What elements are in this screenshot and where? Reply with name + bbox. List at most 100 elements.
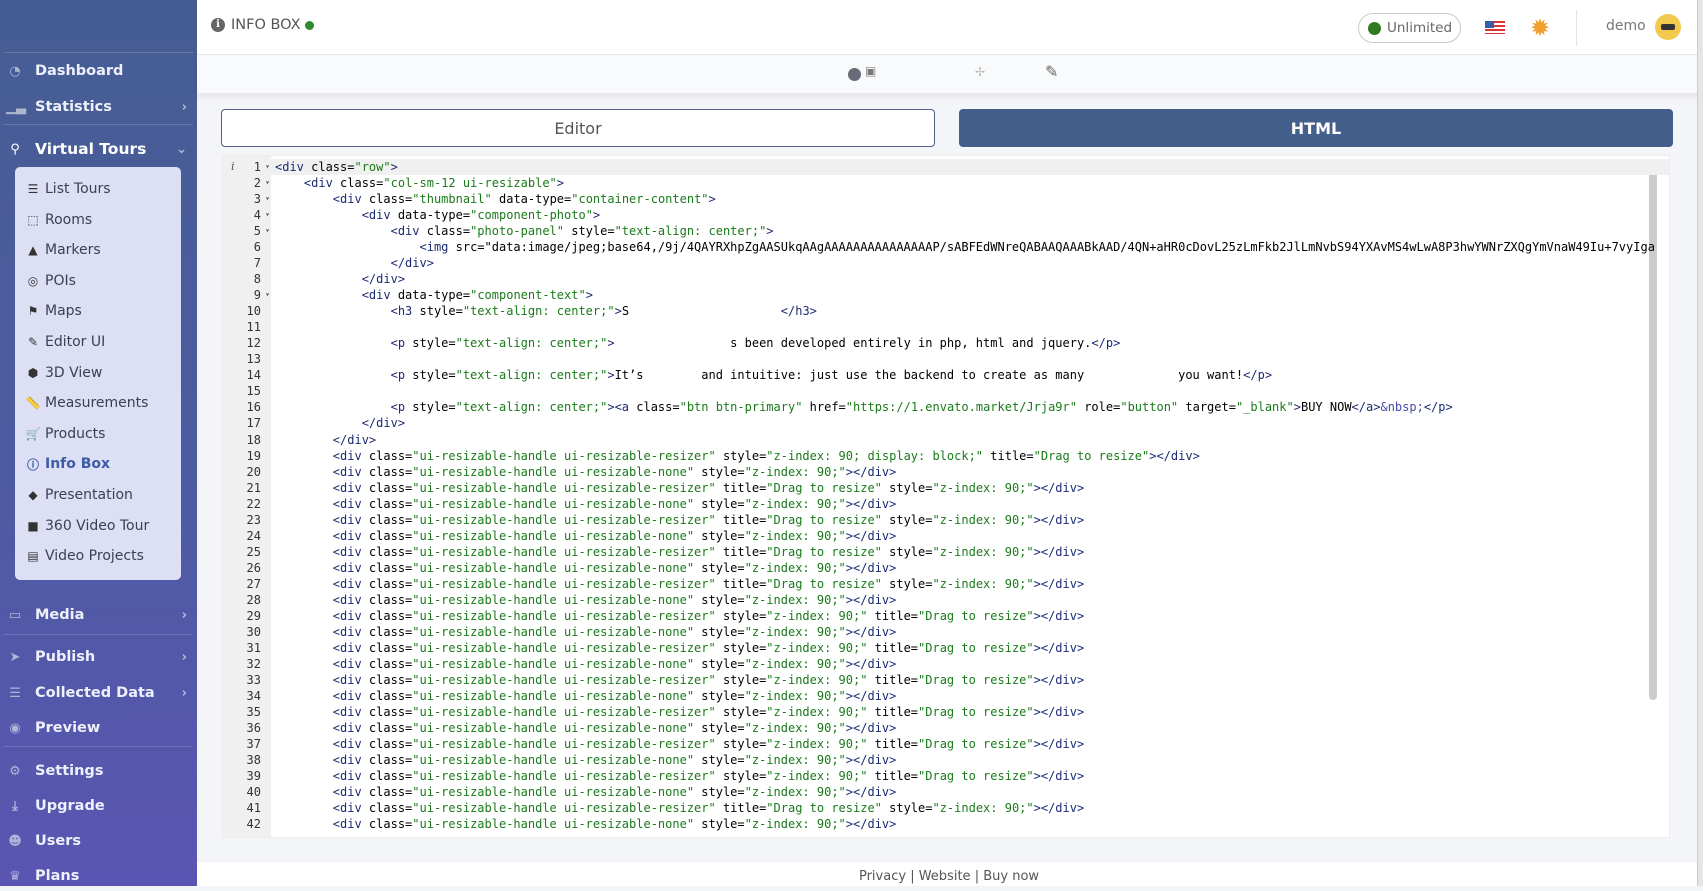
code-line[interactable]: <div class="col-sm-12 ui-resizable">	[275, 175, 564, 191]
code-line[interactable]: <div class="ui-resizable-handle ui-resiz…	[275, 704, 1084, 720]
us-flag-icon[interactable]	[1485, 21, 1505, 34]
sidebar-item-upgrade[interactable]: ⤓ Upgrade	[0, 791, 197, 821]
sidebar-item-publish[interactable]: ➤ Publish ›	[0, 642, 197, 672]
list-icon: ☰	[27, 182, 39, 196]
code-line[interactable]: <div class="ui-resizable-handle ui-resiz…	[275, 608, 1084, 624]
chevron-down-icon: ⌄	[176, 141, 187, 157]
submenu-item-markers[interactable]: ▲ Markers	[25, 237, 100, 263]
code-line[interactable]: <div class="thumbnail" data-type="contai…	[275, 191, 716, 207]
sidebar-item-settings[interactable]: ⚙ Settings	[0, 756, 197, 786]
submenu-item-editor-ui[interactable]: ✎ Editor UI	[25, 329, 105, 355]
line-number: 32	[246, 656, 261, 671]
submenu-item-measurements[interactable]: 📏 Measurements	[25, 390, 149, 416]
code-line[interactable]: <div data-type="component-photo">	[275, 207, 600, 223]
code-line[interactable]: <div class="ui-resizable-handle ui-resiz…	[275, 448, 1200, 464]
submenu-item-rooms[interactable]: ⬚ Rooms	[25, 207, 92, 233]
sidebar-item-media[interactable]: ▭ Media ›	[0, 600, 197, 630]
code-line[interactable]: <div class="ui-resizable-handle ui-resiz…	[275, 560, 897, 576]
submenu-item-list-tours[interactable]: ☰ List Tours	[25, 176, 111, 202]
code-line[interactable]: <div class="ui-resizable-handle ui-resiz…	[275, 496, 897, 512]
line-number: 34	[246, 688, 261, 703]
code-line[interactable]: <div class="ui-resizable-handle ui-resiz…	[275, 688, 897, 704]
code-line[interactable]: </div>	[275, 432, 376, 448]
code-line[interactable]: <p style="text-align: center;"><a class=…	[275, 399, 1453, 415]
code-line[interactable]: <div class="ui-resizable-handle ui-resiz…	[275, 784, 897, 800]
line-number: 21	[246, 480, 261, 495]
code-line[interactable]: <p style="text-align: center;">It’s and …	[275, 367, 1272, 383]
code-line[interactable]: <div class="ui-resizable-handle ui-resiz…	[275, 720, 897, 736]
code-line[interactable]: <div class="ui-resizable-handle ui-resiz…	[275, 528, 897, 544]
footer: Privacy | Website | Buy now	[197, 862, 1697, 886]
sun-icon[interactable]: ✹	[1530, 14, 1550, 42]
sidebar-item-plans[interactable]: ♛ Plans	[0, 861, 197, 891]
code-line[interactable]: <div class="ui-resizable-handle ui-resiz…	[275, 624, 897, 640]
ruler-icon: 📏	[25, 396, 41, 411]
code-line[interactable]: <div class="ui-resizable-handle ui-resiz…	[275, 544, 1084, 560]
code-line[interactable]: <div class="ui-resizable-handle ui-resiz…	[275, 464, 897, 480]
sidebar-item-dashboard[interactable]: ◔ Dashboard	[0, 56, 197, 86]
username[interactable]: demo	[1606, 18, 1646, 34]
submenu-item-products[interactable]: 🛒 Products	[25, 421, 106, 447]
submenu-item-presentation[interactable]: ◆ Presentation	[25, 482, 133, 508]
sidebar-item-virtual-tours[interactable]: ⚲ Virtual Tours ⌄	[0, 134, 197, 164]
code-line[interactable]: <div class="ui-resizable-handle ui-resiz…	[275, 592, 897, 608]
code-line[interactable]: <div class="ui-resizable-handle ui-resiz…	[275, 816, 897, 832]
code-line[interactable]: <div class="ui-resizable-handle ui-resiz…	[275, 768, 1084, 784]
code-editor[interactable]: 1234567891011121314151617181920212223242…	[222, 155, 1670, 838]
code-line[interactable]: </div>	[275, 255, 434, 271]
submenu-item-label: POIs	[45, 272, 76, 289]
tab-editor[interactable]: Editor	[221, 109, 935, 147]
code-line[interactable]: <div class="ui-resizable-handle ui-resiz…	[275, 576, 1084, 592]
submenu-item-pois[interactable]: ◎ POIs	[25, 268, 76, 294]
monitor-icon: ▭	[8, 607, 22, 623]
plan-badge[interactable]: Unlimited	[1358, 13, 1461, 43]
code-line[interactable]: </div>	[275, 415, 405, 431]
info-annotation-icon[interactable]: i	[231, 159, 235, 175]
code-line[interactable]: <div class="ui-resizable-handle ui-resiz…	[275, 512, 1084, 528]
privacy-link[interactable]: Privacy	[859, 869, 906, 884]
sidebar-item-statistics[interactable]: ▁▃ Statistics ›	[0, 92, 197, 122]
line-number: 31	[246, 640, 261, 655]
image-icon[interactable]: ▣	[865, 64, 876, 78]
route-icon: ⚲	[10, 141, 20, 157]
buy-now-link[interactable]: Buy now	[983, 869, 1039, 884]
code-line[interactable]: <img src="data:image/jpeg;base64,/9j/4QA…	[275, 239, 1655, 255]
line-number: 8	[253, 272, 261, 287]
line-number: 40	[246, 785, 261, 800]
submenu-item-3d-view[interactable]: ⬢ 3D View	[25, 360, 103, 386]
code-line[interactable]: <div class="ui-resizable-handle ui-resiz…	[275, 800, 1084, 816]
code-line[interactable]: <p style="text-align: center;"> s been d…	[275, 335, 1121, 351]
code-line[interactable]: <div class="ui-resizable-handle ui-resiz…	[275, 480, 1084, 496]
record-icon[interactable]	[848, 68, 861, 81]
info-icon: i	[211, 18, 225, 32]
logo[interactable]	[4, 0, 193, 53]
sidebar-item-label: Collected Data	[35, 685, 155, 701]
code-line[interactable]: <div class="row">	[271, 159, 1669, 175]
line-number: 30	[246, 624, 261, 639]
code-line[interactable]: <div class="ui-resizable-handle ui-resiz…	[275, 656, 897, 672]
submenu-item-maps[interactable]: ⚑ Maps	[25, 298, 82, 324]
code-line[interactable]: <div class="ui-resizable-handle ui-resiz…	[275, 672, 1084, 688]
edit-icon[interactable]: ✎	[1045, 62, 1058, 81]
avatar[interactable]	[1655, 14, 1681, 40]
submenu-item-info-box[interactable]: ⓘ Info Box	[25, 451, 110, 477]
submenu-item-video-projects[interactable]: ▤ Video Projects	[25, 543, 144, 569]
sidebar-item-preview[interactable]: ◉ Preview	[0, 713, 197, 743]
code-line[interactable]: <div class="ui-resizable-handle ui-resiz…	[275, 736, 1084, 752]
paper-plane-icon: ➤	[9, 649, 21, 665]
submenu-item-360-video-tour[interactable]: ■ 360 Video Tour	[25, 513, 149, 539]
code-line[interactable]: <div class="ui-resizable-handle ui-resiz…	[275, 640, 1084, 656]
pin-icon[interactable]: ✢	[975, 65, 985, 79]
sidebar-item-users[interactable]: ☻ Users	[0, 826, 197, 856]
tab-html[interactable]: HTML	[959, 109, 1673, 147]
line-number: 13	[246, 352, 261, 367]
code-line[interactable]: <div data-type="component-text">	[275, 287, 593, 303]
code-line[interactable]: <h3 style="text-align: center;">S </h3>	[275, 303, 817, 319]
sidebar-item-collected-data[interactable]: ☰ Collected Data ›	[0, 678, 197, 708]
page-scrollbar[interactable]	[1697, 0, 1703, 886]
code-line[interactable]: </div>	[275, 271, 405, 287]
chevron-right-icon: ›	[181, 685, 187, 701]
website-link[interactable]: Website	[919, 869, 971, 884]
code-line[interactable]: <div class="ui-resizable-handle ui-resiz…	[275, 752, 897, 768]
code-line[interactable]: <div class="photo-panel" style="text-ali…	[275, 223, 774, 239]
